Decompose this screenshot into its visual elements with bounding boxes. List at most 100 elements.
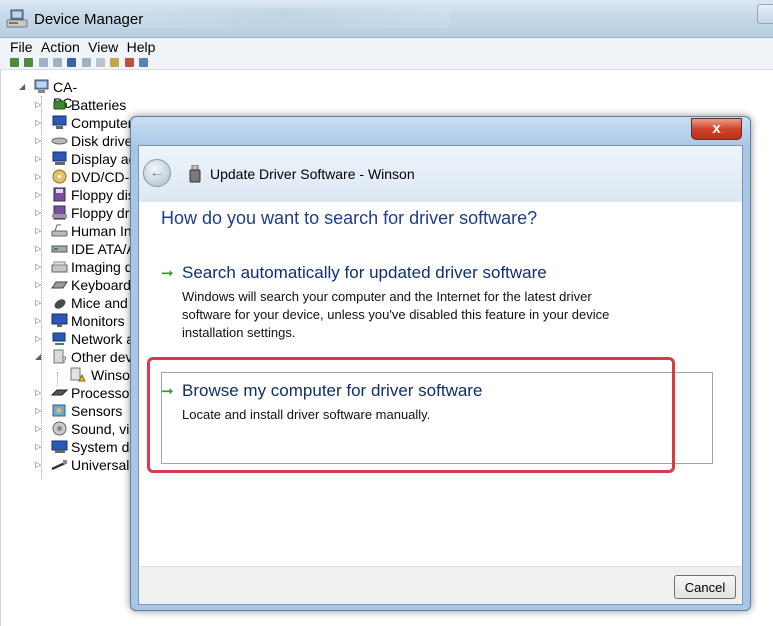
warning-device-icon: [70, 367, 86, 382]
option-description: Windows will search your computer and th…: [182, 288, 652, 342]
imaging-device-icon: [51, 261, 68, 273]
ide-controller-icon: [51, 245, 68, 253]
scan-hardware-icon[interactable]: [96, 58, 106, 67]
forward-arrow-icon[interactable]: [24, 58, 34, 67]
window-title: Device Manager: [34, 11, 144, 28]
close-button[interactable]: x: [691, 118, 742, 140]
mouse-icon: [54, 299, 66, 309]
tree-item-label: Batteries: [71, 97, 127, 113]
computer-icon: [34, 79, 49, 93]
menu-action[interactable]: Action: [41, 38, 80, 56]
tree-item-label: IDE ATA/A: [71, 241, 136, 257]
tree-item-label: Network a: [71, 331, 135, 347]
back-button[interactable]: ←: [143, 159, 171, 187]
display-adapter-icon: [52, 151, 67, 165]
monitor-icon: [51, 313, 68, 327]
floppy-drive-icon: [52, 205, 67, 220]
battery-icon: [53, 100, 67, 110]
expand-arrow-icon[interactable]: ▷: [35, 334, 41, 343]
back-arrow-icon[interactable]: [10, 58, 19, 67]
usb-device-icon: [189, 165, 201, 183]
help-icon[interactable]: [67, 58, 77, 67]
uninstall-icon[interactable]: [124, 58, 134, 67]
tree-connector-line: [57, 372, 58, 386]
expand-arrow-icon[interactable]: ▷: [35, 154, 41, 163]
tree-item-label: Floppy dis: [71, 187, 135, 203]
properties-icon[interactable]: [53, 58, 63, 67]
tree-item-label: Other dev: [71, 349, 133, 365]
sensor-icon: [52, 404, 66, 417]
expand-arrow-icon[interactable]: ▷: [35, 262, 41, 271]
console-tree-icon[interactable]: [38, 58, 48, 67]
menu-file[interactable]: File: [10, 38, 33, 56]
processor-icon: [51, 389, 68, 396]
unknown-device-icon: ?: [53, 349, 67, 364]
expand-arrow-icon[interactable]: ▷: [35, 406, 41, 415]
expand-arrow-icon[interactable]: ▷: [35, 316, 41, 325]
sound-icon: [52, 421, 67, 436]
tree-item-label: Monitors: [71, 313, 125, 329]
menu-help[interactable]: Help: [127, 38, 156, 56]
tree-item-label: Display ad: [71, 151, 137, 167]
tree-item-label: Human In: [71, 223, 132, 239]
tree-item-label: Sound, vic: [71, 421, 137, 437]
menu-view[interactable]: View: [88, 38, 118, 56]
keyboard-icon: [51, 281, 68, 289]
expand-arrow-icon[interactable]: ▷: [35, 136, 41, 145]
tree-item-label: Imaging d: [71, 259, 133, 275]
option-description-line: Windows will search your computer and th…: [182, 289, 592, 304]
usb-controller-icon: [51, 460, 67, 471]
dialog-question: How do you want to search for driver sof…: [161, 208, 538, 228]
svg-text:?: ?: [62, 356, 67, 364]
expand-arrow-icon[interactable]: ▷: [35, 244, 41, 253]
details-icon[interactable]: [81, 58, 91, 67]
device-manager-titlebar: Device Manager: [0, 0, 773, 38]
dialog-title: Update Driver Software - Winson: [210, 166, 415, 182]
dialog-footer: Cancel: [139, 566, 742, 604]
tree-item-label: Sensors: [71, 403, 123, 419]
expand-arrow-icon[interactable]: ▷: [35, 442, 41, 451]
system-device-icon: [51, 440, 68, 453]
option-description-line: software for your device, unless you've …: [182, 307, 610, 322]
expand-arrow-icon[interactable]: ▷: [35, 172, 41, 181]
expand-arrow-icon[interactable]: ▷: [35, 226, 41, 235]
collapse-arrow-icon[interactable]: ◢: [35, 352, 41, 361]
dvd-drive-icon: [52, 169, 67, 184]
tree-item-label: Computer: [71, 115, 133, 131]
expand-arrow-icon[interactable]: ▷: [35, 424, 41, 433]
update-driver-icon[interactable]: [110, 58, 120, 67]
tree-item-label: System de: [71, 439, 138, 455]
dialog-header: ← Update Driver Software - Winson: [139, 146, 742, 202]
tree-item-label: Disk drive: [71, 133, 133, 149]
red-highlight-box: [147, 357, 675, 473]
floppy-disk-icon: [53, 187, 66, 202]
menu-bar: File Action View Help: [0, 38, 773, 56]
minimize-button[interactable]: [757, 4, 773, 24]
option-description-line: installation settings.: [182, 325, 296, 340]
device-manager-icon: [6, 9, 28, 28]
computer-icon: [52, 115, 67, 129]
titlebar-background-blur: [120, 8, 450, 28]
tree-item-label: Mice and: [71, 295, 128, 311]
dialog-content: ← Update Driver Software - Winson How do…: [138, 145, 743, 605]
dialog-frame-top: [131, 117, 750, 145]
expand-arrow-icon[interactable]: ▷: [35, 100, 41, 109]
disk-drive-icon: [51, 137, 68, 145]
update-driver-dialog: x ← Update Driver Software - Winson How …: [130, 116, 751, 611]
expand-arrow-icon[interactable]: ▷: [35, 298, 41, 307]
enable-device-icon[interactable]: [139, 58, 149, 67]
tree-item-label: Keyboards: [71, 277, 138, 293]
tree-item-label: Floppy dri: [71, 205, 133, 221]
expand-arrow-icon[interactable]: ▷: [35, 388, 41, 397]
expand-arrow-icon[interactable]: ▷: [35, 208, 41, 217]
collapse-arrow-icon[interactable]: ◢: [19, 82, 25, 91]
cancel-button[interactable]: Cancel: [674, 575, 736, 599]
toolbar: [0, 56, 773, 70]
expand-arrow-icon[interactable]: ▷: [35, 118, 41, 127]
hid-icon: [51, 224, 68, 237]
expand-arrow-icon[interactable]: ▷: [35, 190, 41, 199]
expand-arrow-icon[interactable]: ▷: [35, 280, 41, 289]
expand-arrow-icon[interactable]: ▷: [35, 460, 41, 469]
option-title[interactable]: Search automatically for updated driver …: [182, 263, 547, 283]
network-adapter-icon: [52, 332, 66, 345]
